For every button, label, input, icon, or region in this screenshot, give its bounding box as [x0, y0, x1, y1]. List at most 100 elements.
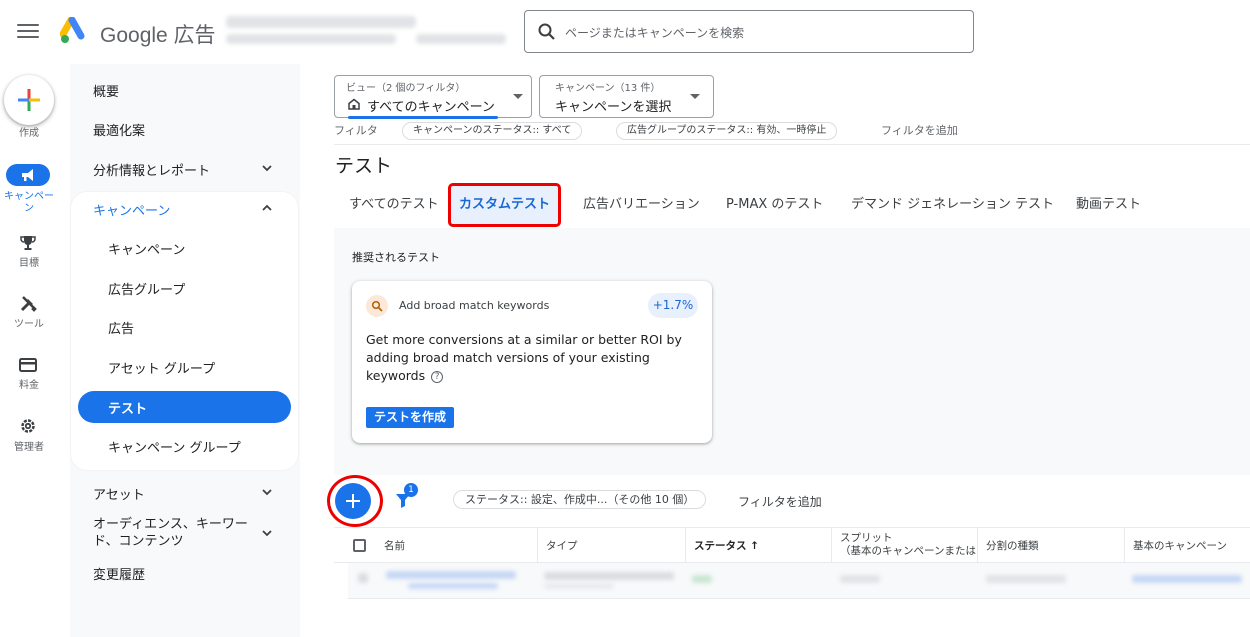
gear-icon: [21, 419, 35, 433]
table-row[interactable]: [348, 563, 1250, 599]
split-blurred: [840, 575, 880, 583]
nav-item-change-history[interactable]: 変更履歴: [70, 555, 298, 591]
card-description-text: Get more conversions at a similar or bet…: [366, 332, 682, 383]
column-header-split-label: スプリット （基本のキャンペーンまたは: [840, 532, 976, 557]
menu-icon[interactable]: [17, 21, 39, 41]
help-icon[interactable]: ?: [431, 371, 444, 383]
rail-label: 管理者: [14, 442, 44, 453]
split-type-blurred: [986, 575, 1066, 583]
view-selector[interactable]: ビュー（2 個のフィルタ） すべてのキャンペーン: [334, 75, 532, 119]
recommendation-card: Add broad match keywords +1.7% Get more …: [352, 281, 712, 443]
chevron-down-icon: [262, 489, 272, 496]
tools-icon: [20, 296, 37, 312]
account-info-blurred[interactable]: [222, 12, 512, 50]
rail-label: 料金: [19, 380, 39, 391]
select-all-checkbox[interactable]: [353, 539, 366, 552]
type-blurred: [544, 572, 674, 580]
column-header-name[interactable]: 名前: [376, 528, 538, 562]
filter-chip-adgroup-status[interactable]: 広告グループのステータス:: 有効、一時停止: [616, 122, 838, 140]
card-description: Get more conversions at a similar or bet…: [366, 331, 686, 385]
card-title: Add broad match keywords: [399, 299, 550, 312]
add-filter-link[interactable]: フィルタを追加: [881, 122, 958, 144]
campaign-value: キャンペーンを選択: [555, 100, 672, 115]
nav-item-asset-groups[interactable]: アセット グループ: [70, 349, 298, 385]
rail-item-tools[interactable]: ツール: [0, 293, 58, 333]
nav-item-ads[interactable]: 広告: [70, 309, 298, 345]
nav-item-ad-groups[interactable]: 広告グループ: [70, 270, 298, 306]
filter-label: フィルタ: [334, 124, 378, 137]
rail-item-goals[interactable]: 目標: [0, 232, 58, 272]
create-button[interactable]: [4, 75, 54, 125]
add-button-highlight: [327, 475, 383, 527]
view-value: すべてのキャンペーン: [367, 100, 495, 115]
base-campaign-blurred[interactable]: [1132, 575, 1242, 583]
nav-item-campaign-groups[interactable]: キャンペーン グループ: [70, 428, 298, 464]
page-title: テスト: [335, 155, 393, 177]
column-header-status[interactable]: ステータス ↑: [686, 528, 832, 562]
rail-item-admin[interactable]: 管理者: [0, 415, 58, 455]
table-toolbar: 1 ステータス:: 設定、作成中...（その他 10 個） フィルタを追加: [327, 475, 1250, 527]
brand-title: Google 広告: [100, 24, 216, 47]
trophy-icon: [20, 236, 36, 250]
tab-all-experiments[interactable]: すべてのテスト: [349, 186, 439, 224]
chevron-down-icon: [262, 165, 272, 172]
tab-video-experiments[interactable]: 動画テスト: [1076, 186, 1141, 224]
google-ads-logo: [60, 17, 85, 43]
rail-item-billing[interactable]: 料金: [0, 354, 58, 394]
status-filter-chip[interactable]: ステータス:: 設定、作成中...（その他 10 個）: [453, 490, 707, 509]
uplift-badge: +1.7%: [648, 293, 698, 318]
column-header-split-type[interactable]: 分割の種類: [978, 528, 1125, 562]
rail-label: 目標: [19, 258, 39, 269]
nav-item-recommendations[interactable]: 最適化案: [70, 111, 298, 147]
dropdown-caret-icon: [690, 94, 700, 99]
column-header-split[interactable]: スプリット （基本のキャンペーンまたは: [832, 528, 978, 562]
table-header: 名前 タイプ ステータス ↑ スプリット （基本のキャンペーンまたは 分割の種類…: [334, 527, 1250, 563]
credit-card-icon: [19, 358, 37, 372]
view-caption: ビュー（2 個のフィルタ）: [346, 83, 466, 94]
rail-item-campaigns[interactable]: キャンペーン: [0, 164, 58, 214]
tab-custom-experiments[interactable]: カスタムテスト: [448, 183, 562, 227]
dropdown-caret-icon: [513, 94, 523, 99]
column-header-type[interactable]: タイプ: [538, 528, 686, 562]
tab-ad-variations[interactable]: 広告バリエーション: [583, 186, 700, 224]
top-bar: Google 広告: [0, 0, 1250, 64]
plus-icon: [18, 89, 40, 111]
experiment-name-blurred[interactable]: [386, 571, 516, 579]
section-title: 推奨されるテスト: [352, 251, 440, 264]
filter-count-badge: 1: [404, 483, 418, 497]
tab-demand-gen-experiments[interactable]: デマンド ジェネレーション テスト: [851, 186, 1054, 224]
column-header-base-campaign[interactable]: 基本のキャンペーン: [1125, 528, 1250, 562]
search-input[interactable]: [565, 21, 965, 45]
recommended-experiments-panel: 推奨されるテスト Add broad match keywords +1.7% …: [334, 228, 1250, 475]
nav-item-overview[interactable]: 概要: [70, 72, 298, 108]
plus-icon: [346, 494, 360, 508]
status-blurred: [692, 575, 712, 583]
side-nav: 概要 最適化案 分析情報とレポート キャンペーン キャンペーン 広告グループ 広…: [70, 64, 300, 637]
campaign-selector[interactable]: キャンペーン（13 件） キャンペーンを選択: [539, 75, 714, 118]
left-rail: 作成 キャンペーン 目標 ツール 料金 管理者: [0, 64, 58, 637]
add-experiment-button[interactable]: [335, 483, 371, 519]
add-filter-button[interactable]: フィルタを追加: [738, 493, 822, 510]
type-blurred: [544, 583, 614, 589]
view-underline: [348, 116, 498, 119]
megaphone-icon: [22, 169, 33, 181]
rail-label: ツール: [14, 319, 44, 330]
nav-item-campaigns[interactable]: キャンペーン: [70, 230, 298, 266]
create-label: 作成: [19, 128, 39, 139]
filter-chip-campaign-status[interactable]: キャンペーンのステータス:: すべて: [402, 122, 583, 140]
nav-item-assets[interactable]: アセット: [70, 475, 298, 511]
chevron-down-icon: [262, 530, 272, 537]
search-icon: [366, 295, 388, 317]
chevron-up-icon: [262, 204, 272, 211]
divider: [334, 144, 1250, 145]
search-box[interactable]: [524, 10, 974, 53]
nav-item-campaigns-group[interactable]: キャンペーン: [70, 191, 298, 227]
tab-pmax-experiments[interactable]: P-MAX のテスト: [726, 186, 823, 224]
nav-item-audiences[interactable]: オーディエンス、キーワード、コンテンツ: [70, 513, 298, 553]
experiment-name-blurred: [408, 583, 498, 589]
nav-item-experiments[interactable]: テスト: [78, 391, 291, 423]
row-checkbox-blurred[interactable]: [358, 573, 368, 583]
nav-item-insights[interactable]: 分析情報とレポート: [70, 151, 298, 187]
home-icon: [348, 98, 360, 110]
create-experiment-button[interactable]: テストを作成: [366, 407, 455, 428]
